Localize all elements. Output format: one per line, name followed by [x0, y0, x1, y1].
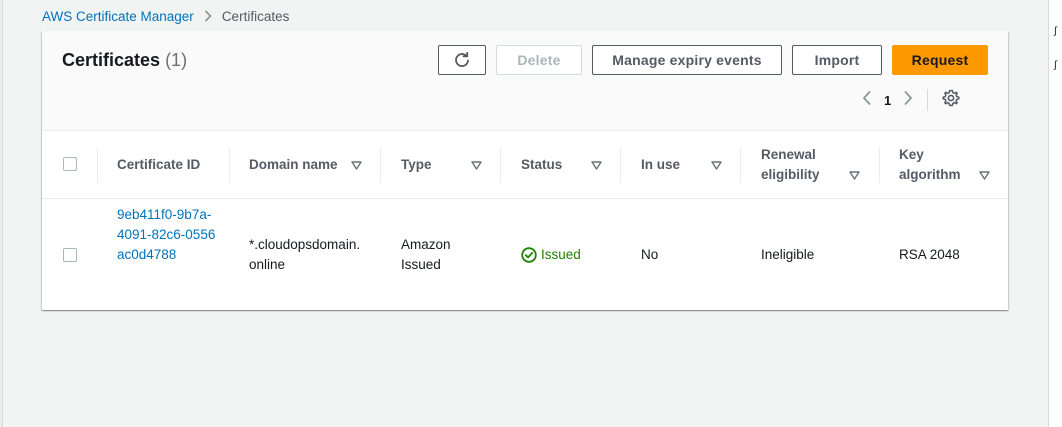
- certificate-id-link[interactable]: 9eb411f0-9b7a-4091-82c6-0556ac0d4788: [117, 205, 217, 265]
- renewal-eligibility-cell: Ineligible: [761, 247, 815, 262]
- domain-name-cell: *.cloudopsdomain.online: [249, 237, 361, 272]
- delete-button[interactable]: Delete: [496, 45, 582, 75]
- side-panel-edge: ʃ ʃ: [1048, 0, 1062, 427]
- pagination-divider: [927, 89, 929, 111]
- column-divider: [500, 147, 501, 183]
- column-label: Renewal eligibility: [761, 147, 820, 182]
- column-divider: [97, 147, 98, 183]
- next-page-icon[interactable]: [903, 90, 913, 111]
- settings-gear-icon[interactable]: [942, 89, 960, 112]
- sort-caret-icon: [979, 141, 990, 209]
- status-label: Issued: [541, 247, 581, 262]
- column-label: Certificate ID: [117, 157, 201, 172]
- column-header-status[interactable]: Status: [500, 131, 620, 199]
- card-header: Certificates (1) Delete Manage expiry ev…: [42, 31, 1008, 131]
- column-header-domain-name[interactable]: Domain name: [229, 131, 380, 199]
- breadcrumb: AWS Certificate Manager Certificates: [42, 7, 289, 25]
- row-select-checkbox[interactable]: [63, 248, 77, 262]
- page-title: Certificates (1): [62, 50, 187, 71]
- title-text: Certificates: [62, 50, 161, 70]
- column-divider: [740, 147, 741, 183]
- sort-caret-icon: [591, 131, 602, 199]
- column-header-type[interactable]: Type: [380, 131, 500, 199]
- success-check-icon: [521, 247, 537, 263]
- table-row: 9eb411f0-9b7a-4091-82c6-0556ac0d4788 *.c…: [42, 200, 1008, 310]
- in-use-cell: No: [641, 247, 659, 262]
- refresh-icon: [455, 52, 469, 67]
- chevron-right-icon: [204, 10, 212, 22]
- column-header-in-use[interactable]: In use: [620, 131, 740, 199]
- status-cell: Issued: [521, 245, 581, 265]
- column-header-key-algorithm[interactable]: Key algorithm: [879, 131, 1008, 199]
- column-label: Key algorithm: [899, 147, 961, 182]
- left-edge: [0, 0, 3, 427]
- certificates-table-card: Certificates (1) Delete Manage expiry ev…: [42, 31, 1008, 310]
- manage-expiry-events-button[interactable]: Manage expiry events: [592, 45, 782, 75]
- sort-caret-icon: [351, 131, 362, 199]
- select-all-checkbox[interactable]: [63, 157, 77, 171]
- column-header-renewal-eligibility[interactable]: Renewal eligibility: [740, 131, 879, 199]
- key-algorithm-cell: RSA 2048: [899, 247, 960, 262]
- column-divider: [620, 147, 621, 183]
- sort-caret-icon: [471, 131, 482, 199]
- sort-caret-icon: [711, 131, 722, 199]
- column-header-certificate-id[interactable]: Certificate ID: [97, 131, 229, 199]
- pagination: 1: [862, 89, 960, 111]
- sort-caret-icon: [849, 141, 860, 209]
- table-header: Certificate ID Domain name Type Status I…: [42, 131, 1008, 199]
- column-label: Type: [401, 157, 432, 172]
- column-label: In use: [641, 157, 681, 172]
- title-count: (1): [165, 50, 188, 70]
- column-divider: [229, 147, 230, 183]
- type-cell: Amazon Issued: [401, 237, 451, 272]
- breadcrumb-current: Certificates: [221, 8, 290, 24]
- column-label: Status: [521, 157, 563, 172]
- previous-page-icon[interactable]: [862, 90, 872, 111]
- breadcrumb-root-link[interactable]: AWS Certificate Manager: [42, 9, 194, 24]
- column-label: Domain name: [249, 157, 338, 172]
- import-button[interactable]: Import: [792, 45, 882, 75]
- request-button[interactable]: Request: [892, 45, 988, 75]
- current-page-number[interactable]: 1: [884, 93, 891, 108]
- column-divider: [879, 147, 880, 183]
- column-divider: [380, 147, 381, 183]
- refresh-button[interactable]: [438, 45, 486, 75]
